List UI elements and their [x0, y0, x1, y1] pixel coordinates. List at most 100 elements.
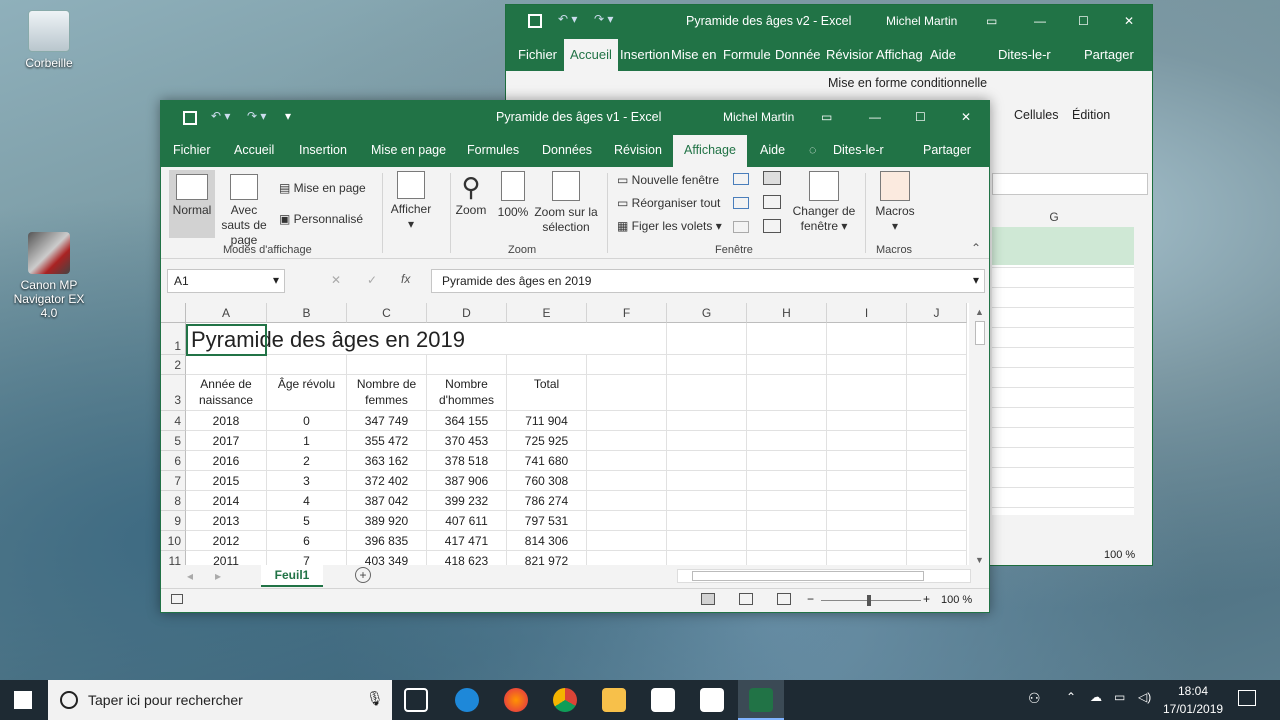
- table-cell[interactable]: 2016: [186, 451, 267, 471]
- table-cell[interactable]: 2013: [186, 511, 267, 531]
- enter-icon[interactable]: ✓: [367, 273, 377, 287]
- chrome-icon[interactable]: [553, 688, 577, 712]
- lightbulb-icon[interactable]: ◌: [809, 143, 816, 157]
- grid-cell[interactable]: [667, 431, 747, 451]
- grid-cell[interactable]: [907, 471, 967, 491]
- new-window-button[interactable]: ▭ Nouvelle fenêtre: [617, 173, 719, 188]
- grid-cell[interactable]: [747, 355, 827, 375]
- grid-cell[interactable]: [667, 491, 747, 511]
- column-header-j[interactable]: J: [907, 303, 967, 323]
- grid-cell[interactable]: [747, 511, 827, 531]
- grid-cell[interactable]: [427, 355, 507, 375]
- table-cell[interactable]: 378 518: [427, 451, 507, 471]
- sheet-next-icon[interactable]: ▸: [215, 569, 221, 583]
- grid-cell[interactable]: [667, 323, 747, 355]
- table-cell[interactable]: 3: [267, 471, 347, 491]
- grid-cell[interactable]: [907, 323, 967, 355]
- zoom-in-icon[interactable]: +: [923, 592, 930, 606]
- grid-cell[interactable]: [747, 491, 827, 511]
- page-break-view-button[interactable]: Avec sauts de page: [217, 174, 271, 248]
- column-header-h[interactable]: H: [747, 303, 827, 323]
- grid-cell[interactable]: [907, 511, 967, 531]
- row-header-2[interactable]: 2: [161, 355, 186, 375]
- sheet-prev-icon[interactable]: ◂: [187, 569, 193, 583]
- people-icon[interactable]: ⚇: [1028, 690, 1041, 707]
- table-cell[interactable]: 2017: [186, 431, 267, 451]
- column-header-e[interactable]: E: [507, 303, 587, 323]
- grid-cell[interactable]: [907, 531, 967, 551]
- table-cell[interactable]: 786 274: [507, 491, 587, 511]
- grid-cell[interactable]: [907, 551, 967, 565]
- zoom-100-button[interactable]: 100%: [495, 171, 531, 220]
- grid-area[interactable]: [992, 227, 1134, 515]
- page-layout-status-icon[interactable]: [739, 593, 753, 605]
- tab-mise-en-page[interactable]: Mise en page: [371, 143, 446, 157]
- grid-cell[interactable]: [587, 451, 667, 471]
- macro-record-icon[interactable]: [171, 594, 183, 604]
- row-header-4[interactable]: 4: [161, 411, 186, 431]
- header-cell[interactable]: Total: [507, 375, 587, 411]
- show-button[interactable]: Afficher ▾: [387, 171, 435, 232]
- grid-cell[interactable]: [507, 355, 587, 375]
- table-cell[interactable]: 760 308: [507, 471, 587, 491]
- grid-cell[interactable]: [747, 375, 827, 411]
- collapse-ribbon-icon[interactable]: ⌃: [971, 241, 981, 255]
- save-icon[interactable]: [528, 14, 542, 28]
- custom-view-button[interactable]: ▣ Personnalisé: [279, 212, 363, 227]
- grid-cell[interactable]: [827, 511, 907, 531]
- hide-icon[interactable]: [733, 197, 749, 209]
- close-button[interactable]: ✕: [1124, 14, 1134, 28]
- zoom-slider[interactable]: [821, 595, 921, 606]
- tab-affichage[interactable]: Affichage: [673, 135, 747, 167]
- zoom-selection-button[interactable]: Zoom sur la sélection: [533, 171, 599, 235]
- page-layout-view-button[interactable]: ▤ Mise en page: [279, 181, 366, 196]
- table-cell[interactable]: 0: [267, 411, 347, 431]
- table-cell[interactable]: 355 472: [347, 431, 427, 451]
- maximize-button[interactable]: ☐: [1078, 14, 1089, 28]
- table-cell[interactable]: 403 349: [347, 551, 427, 565]
- row-header-9[interactable]: 9: [161, 511, 186, 531]
- mail-icon[interactable]: [700, 688, 724, 712]
- minimize-button[interactable]: —: [1034, 14, 1046, 28]
- grid-cell[interactable]: [667, 451, 747, 471]
- grid-cell[interactable]: [827, 355, 907, 375]
- ribbon-display-icon[interactable]: ▭: [986, 14, 997, 28]
- table-cell[interactable]: 399 232: [427, 491, 507, 511]
- windows-start-icon[interactable]: [14, 691, 32, 709]
- header-cell[interactable]: Année de naissance: [186, 375, 267, 411]
- tab-fichier[interactable]: Fichier: [173, 143, 211, 157]
- tab-formules[interactable]: Formule: [723, 47, 771, 62]
- table-cell[interactable]: 797 531: [507, 511, 587, 531]
- table-cell[interactable]: 347 749: [347, 411, 427, 431]
- grid-cell[interactable]: [907, 451, 967, 471]
- tell-me-input[interactable]: Dites-le-r: [833, 143, 884, 157]
- grid-cell[interactable]: [747, 551, 827, 565]
- redo-icon[interactable]: ↷ ▾: [247, 109, 266, 123]
- search-box[interactable]: Taper ici pour rechercher 🎙: [48, 680, 392, 720]
- column-header-g[interactable]: G: [667, 303, 747, 323]
- grid-cell[interactable]: [827, 491, 907, 511]
- excel-window-v1[interactable]: ↶ ▾ ↷ ▾ ▾ Pyramide des âges v1 - Excel M…: [160, 100, 990, 613]
- ribbon-display-icon[interactable]: ▭: [821, 110, 832, 124]
- add-sheet-icon[interactable]: +: [355, 567, 371, 583]
- onedrive-icon[interactable]: ☁: [1090, 690, 1102, 704]
- grid-cell[interactable]: [267, 355, 347, 375]
- task-view-icon[interactable]: [404, 688, 428, 712]
- function-icon[interactable]: fx: [401, 272, 410, 286]
- tab-mise-en-page[interactable]: Mise en: [671, 47, 717, 62]
- tab-insertion[interactable]: Insertion: [620, 47, 670, 62]
- freeze-panes-button[interactable]: ▦ Figer les volets ▾: [617, 219, 722, 234]
- clock-time[interactable]: 18:04: [1178, 684, 1208, 698]
- formula-dropdown[interactable]: [992, 173, 1148, 195]
- store-icon[interactable]: [651, 688, 675, 712]
- table-cell[interactable]: 418 623: [427, 551, 507, 565]
- notifications-icon[interactable]: [1238, 690, 1256, 706]
- table-cell[interactable]: 417 471: [427, 531, 507, 551]
- close-button[interactable]: ✕: [961, 110, 971, 124]
- grid-cell[interactable]: [667, 355, 747, 375]
- table-cell[interactable]: 2012: [186, 531, 267, 551]
- grid-cell[interactable]: [667, 531, 747, 551]
- column-header-d[interactable]: D: [427, 303, 507, 323]
- tab-fichier[interactable]: Fichier: [518, 47, 557, 62]
- redo-icon[interactable]: ↷ ▾: [594, 12, 613, 26]
